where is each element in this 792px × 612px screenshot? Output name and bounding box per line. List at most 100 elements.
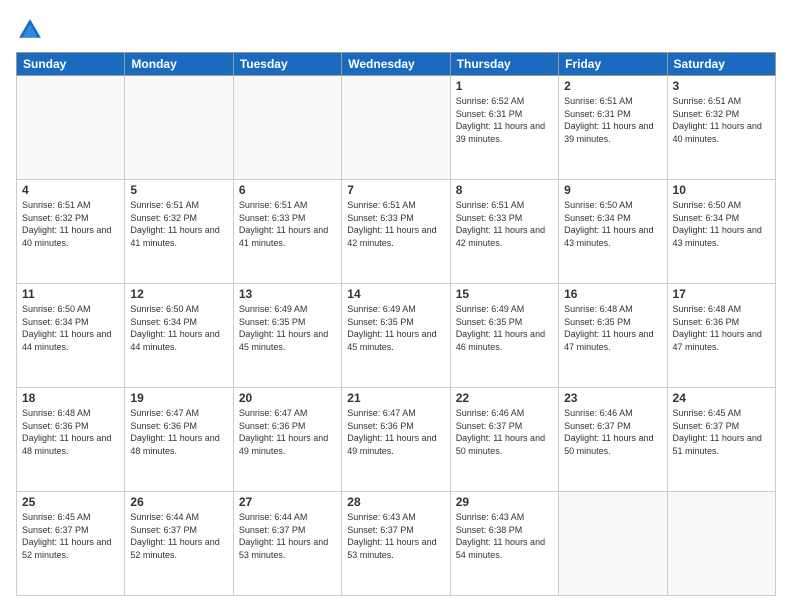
- col-header-wednesday: Wednesday: [342, 53, 450, 76]
- day-number: 16: [564, 287, 661, 301]
- day-info: Sunrise: 6:50 AM Sunset: 6:34 PM Dayligh…: [22, 303, 119, 353]
- calendar-cell: 7 Sunrise: 6:51 AM Sunset: 6:33 PM Daylig…: [342, 180, 450, 284]
- col-header-sunday: Sunday: [17, 53, 125, 76]
- day-number: 22: [456, 391, 553, 405]
- calendar-cell: 9 Sunrise: 6:50 AM Sunset: 6:34 PM Daylig…: [559, 180, 667, 284]
- header: [16, 16, 776, 44]
- day-info: Sunrise: 6:47 AM Sunset: 6:36 PM Dayligh…: [239, 407, 336, 457]
- calendar-cell: 23 Sunrise: 6:46 AM Sunset: 6:37 PM Dayli…: [559, 388, 667, 492]
- day-info: Sunrise: 6:46 AM Sunset: 6:37 PM Dayligh…: [564, 407, 661, 457]
- calendar-week-2: 11 Sunrise: 6:50 AM Sunset: 6:34 PM Dayli…: [17, 284, 776, 388]
- calendar-cell: [559, 492, 667, 596]
- calendar-cell: [233, 76, 341, 180]
- day-info: Sunrise: 6:43 AM Sunset: 6:38 PM Dayligh…: [456, 511, 553, 561]
- day-number: 25: [22, 495, 119, 509]
- day-number: 20: [239, 391, 336, 405]
- page: SundayMondayTuesdayWednesdayThursdayFrid…: [0, 0, 792, 612]
- day-info: Sunrise: 6:51 AM Sunset: 6:33 PM Dayligh…: [456, 199, 553, 249]
- day-info: Sunrise: 6:49 AM Sunset: 6:35 PM Dayligh…: [456, 303, 553, 353]
- col-header-saturday: Saturday: [667, 53, 775, 76]
- logo: [16, 16, 48, 44]
- calendar-week-1: 4Sunrise: 6:51 AM Sunset: 6:32 PM Daylig…: [17, 180, 776, 284]
- calendar-cell: 21 Sunrise: 6:47 AM Sunset: 6:36 PM Dayli…: [342, 388, 450, 492]
- day-number: 1: [456, 79, 553, 93]
- calendar-cell: 4Sunrise: 6:51 AM Sunset: 6:32 PM Daylig…: [17, 180, 125, 284]
- day-info: Sunrise: 6:52 AM Sunset: 6:31 PM Dayligh…: [456, 95, 553, 145]
- calendar-cell: 2 Sunrise: 6:51 AM Sunset: 6:31 PM Daylig…: [559, 76, 667, 180]
- day-info: Sunrise: 6:48 AM Sunset: 6:36 PM Dayligh…: [22, 407, 119, 457]
- day-info: Sunrise: 6:50 AM Sunset: 6:34 PM Dayligh…: [673, 199, 770, 249]
- calendar-cell: 22 Sunrise: 6:46 AM Sunset: 6:37 PM Dayli…: [450, 388, 558, 492]
- col-header-monday: Monday: [125, 53, 233, 76]
- calendar-cell: [667, 492, 775, 596]
- calendar-cell: 16 Sunrise: 6:48 AM Sunset: 6:35 PM Dayli…: [559, 284, 667, 388]
- day-number: 11: [22, 287, 119, 301]
- col-header-thursday: Thursday: [450, 53, 558, 76]
- day-number: 23: [564, 391, 661, 405]
- calendar-cell: 29 Sunrise: 6:43 AM Sunset: 6:38 PM Dayli…: [450, 492, 558, 596]
- col-header-tuesday: Tuesday: [233, 53, 341, 76]
- day-number: 15: [456, 287, 553, 301]
- calendar-cell: 12 Sunrise: 6:50 AM Sunset: 6:34 PM Dayli…: [125, 284, 233, 388]
- col-header-friday: Friday: [559, 53, 667, 76]
- calendar-cell: [17, 76, 125, 180]
- day-info: Sunrise: 6:49 AM Sunset: 6:35 PM Dayligh…: [239, 303, 336, 353]
- day-info: Sunrise: 6:50 AM Sunset: 6:34 PM Dayligh…: [564, 199, 661, 249]
- day-info: Sunrise: 6:48 AM Sunset: 6:35 PM Dayligh…: [564, 303, 661, 353]
- calendar: SundayMondayTuesdayWednesdayThursdayFrid…: [16, 52, 776, 596]
- day-info: Sunrise: 6:51 AM Sunset: 6:32 PM Dayligh…: [130, 199, 227, 249]
- calendar-cell: [342, 76, 450, 180]
- day-info: Sunrise: 6:48 AM Sunset: 6:36 PM Dayligh…: [673, 303, 770, 353]
- calendar-cell: 10 Sunrise: 6:50 AM Sunset: 6:34 PM Dayli…: [667, 180, 775, 284]
- day-info: Sunrise: 6:47 AM Sunset: 6:36 PM Dayligh…: [130, 407, 227, 457]
- calendar-cell: 27Sunrise: 6:44 AM Sunset: 6:37 PM Dayli…: [233, 492, 341, 596]
- day-number: 6: [239, 183, 336, 197]
- calendar-cell: 13 Sunrise: 6:49 AM Sunset: 6:35 PM Dayli…: [233, 284, 341, 388]
- day-info: Sunrise: 6:46 AM Sunset: 6:37 PM Dayligh…: [456, 407, 553, 457]
- day-info: Sunrise: 6:47 AM Sunset: 6:36 PM Dayligh…: [347, 407, 444, 457]
- day-info: Sunrise: 6:44 AM Sunset: 6:37 PM Dayligh…: [130, 511, 227, 561]
- day-number: 12: [130, 287, 227, 301]
- calendar-cell: 19Sunrise: 6:47 AM Sunset: 6:36 PM Dayli…: [125, 388, 233, 492]
- day-info: Sunrise: 6:51 AM Sunset: 6:33 PM Dayligh…: [347, 199, 444, 249]
- day-number: 9: [564, 183, 661, 197]
- day-number: 13: [239, 287, 336, 301]
- day-info: Sunrise: 6:51 AM Sunset: 6:33 PM Dayligh…: [239, 199, 336, 249]
- day-info: Sunrise: 6:51 AM Sunset: 6:32 PM Dayligh…: [673, 95, 770, 145]
- day-info: Sunrise: 6:51 AM Sunset: 6:32 PM Dayligh…: [22, 199, 119, 249]
- day-number: 14: [347, 287, 444, 301]
- day-number: 10: [673, 183, 770, 197]
- calendar-week-3: 18 Sunrise: 6:48 AM Sunset: 6:36 PM Dayli…: [17, 388, 776, 492]
- calendar-cell: 28Sunrise: 6:43 AM Sunset: 6:37 PM Dayli…: [342, 492, 450, 596]
- calendar-cell: [125, 76, 233, 180]
- day-number: 17: [673, 287, 770, 301]
- day-info: Sunrise: 6:51 AM Sunset: 6:31 PM Dayligh…: [564, 95, 661, 145]
- day-number: 28: [347, 495, 444, 509]
- day-number: 18: [22, 391, 119, 405]
- calendar-cell: 17 Sunrise: 6:48 AM Sunset: 6:36 PM Dayli…: [667, 284, 775, 388]
- day-number: 7: [347, 183, 444, 197]
- calendar-cell: 15 Sunrise: 6:49 AM Sunset: 6:35 PM Dayli…: [450, 284, 558, 388]
- calendar-cell: 11 Sunrise: 6:50 AM Sunset: 6:34 PM Dayli…: [17, 284, 125, 388]
- day-number: 8: [456, 183, 553, 197]
- calendar-cell: 3Sunrise: 6:51 AM Sunset: 6:32 PM Daylig…: [667, 76, 775, 180]
- calendar-cell: 26 Sunrise: 6:44 AM Sunset: 6:37 PM Dayli…: [125, 492, 233, 596]
- day-number: 29: [456, 495, 553, 509]
- calendar-cell: 1 Sunrise: 6:52 AM Sunset: 6:31 PM Daylig…: [450, 76, 558, 180]
- day-number: 24: [673, 391, 770, 405]
- day-number: 27: [239, 495, 336, 509]
- day-number: 5: [130, 183, 227, 197]
- day-info: Sunrise: 6:45 AM Sunset: 6:37 PM Dayligh…: [673, 407, 770, 457]
- calendar-week-0: 1 Sunrise: 6:52 AM Sunset: 6:31 PM Daylig…: [17, 76, 776, 180]
- logo-icon: [16, 16, 44, 44]
- calendar-cell: 6 Sunrise: 6:51 AM Sunset: 6:33 PM Daylig…: [233, 180, 341, 284]
- calendar-cell: 25 Sunrise: 6:45 AM Sunset: 6:37 PM Dayli…: [17, 492, 125, 596]
- day-number: 21: [347, 391, 444, 405]
- calendar-cell: 20 Sunrise: 6:47 AM Sunset: 6:36 PM Dayli…: [233, 388, 341, 492]
- day-info: Sunrise: 6:50 AM Sunset: 6:34 PM Dayligh…: [130, 303, 227, 353]
- day-number: 2: [564, 79, 661, 93]
- day-info: Sunrise: 6:45 AM Sunset: 6:37 PM Dayligh…: [22, 511, 119, 561]
- calendar-cell: 8 Sunrise: 6:51 AM Sunset: 6:33 PM Daylig…: [450, 180, 558, 284]
- calendar-cell: 14Sunrise: 6:49 AM Sunset: 6:35 PM Dayli…: [342, 284, 450, 388]
- day-number: 26: [130, 495, 227, 509]
